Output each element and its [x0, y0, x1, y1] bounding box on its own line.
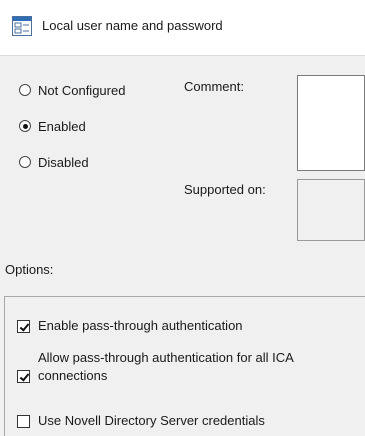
- supported-on-box: [297, 179, 365, 241]
- options-label: Options:: [5, 262, 54, 277]
- supported-on-label: Supported on:: [184, 182, 266, 197]
- radio-not-configured[interactable]: Not Configured: [19, 81, 125, 99]
- option-label: Use Novell Directory Server credentials: [38, 413, 265, 428]
- checkbox-use-novell-credentials[interactable]: [17, 415, 30, 428]
- policy-title: Local user name and password: [42, 18, 223, 33]
- radio-label-enabled: Enabled: [38, 118, 86, 134]
- radio-circle[interactable]: [19, 156, 31, 168]
- checkbox-allow-pass-through-all-ica[interactable]: [17, 370, 30, 383]
- option-label-line2: connections: [38, 368, 108, 383]
- radio-enabled[interactable]: Enabled: [19, 117, 86, 135]
- radio-circle-selected[interactable]: [19, 120, 31, 132]
- option-label: Enable pass-through authentication: [38, 318, 243, 333]
- comment-textbox[interactable]: [297, 75, 365, 171]
- options-panel: Enable pass-through authentication Allow…: [4, 296, 365, 436]
- comment-label: Comment:: [184, 79, 244, 94]
- radio-label-not-configured: Not Configured: [38, 82, 126, 98]
- checkbox-enable-pass-through[interactable]: [17, 320, 30, 333]
- policy-setting-icon: [12, 16, 32, 36]
- radio-disabled[interactable]: Disabled: [19, 153, 89, 171]
- option-label-line1: Allow pass-through authentication for al…: [38, 350, 294, 365]
- radio-label-disabled: Disabled: [38, 154, 89, 170]
- radio-circle[interactable]: [19, 84, 31, 96]
